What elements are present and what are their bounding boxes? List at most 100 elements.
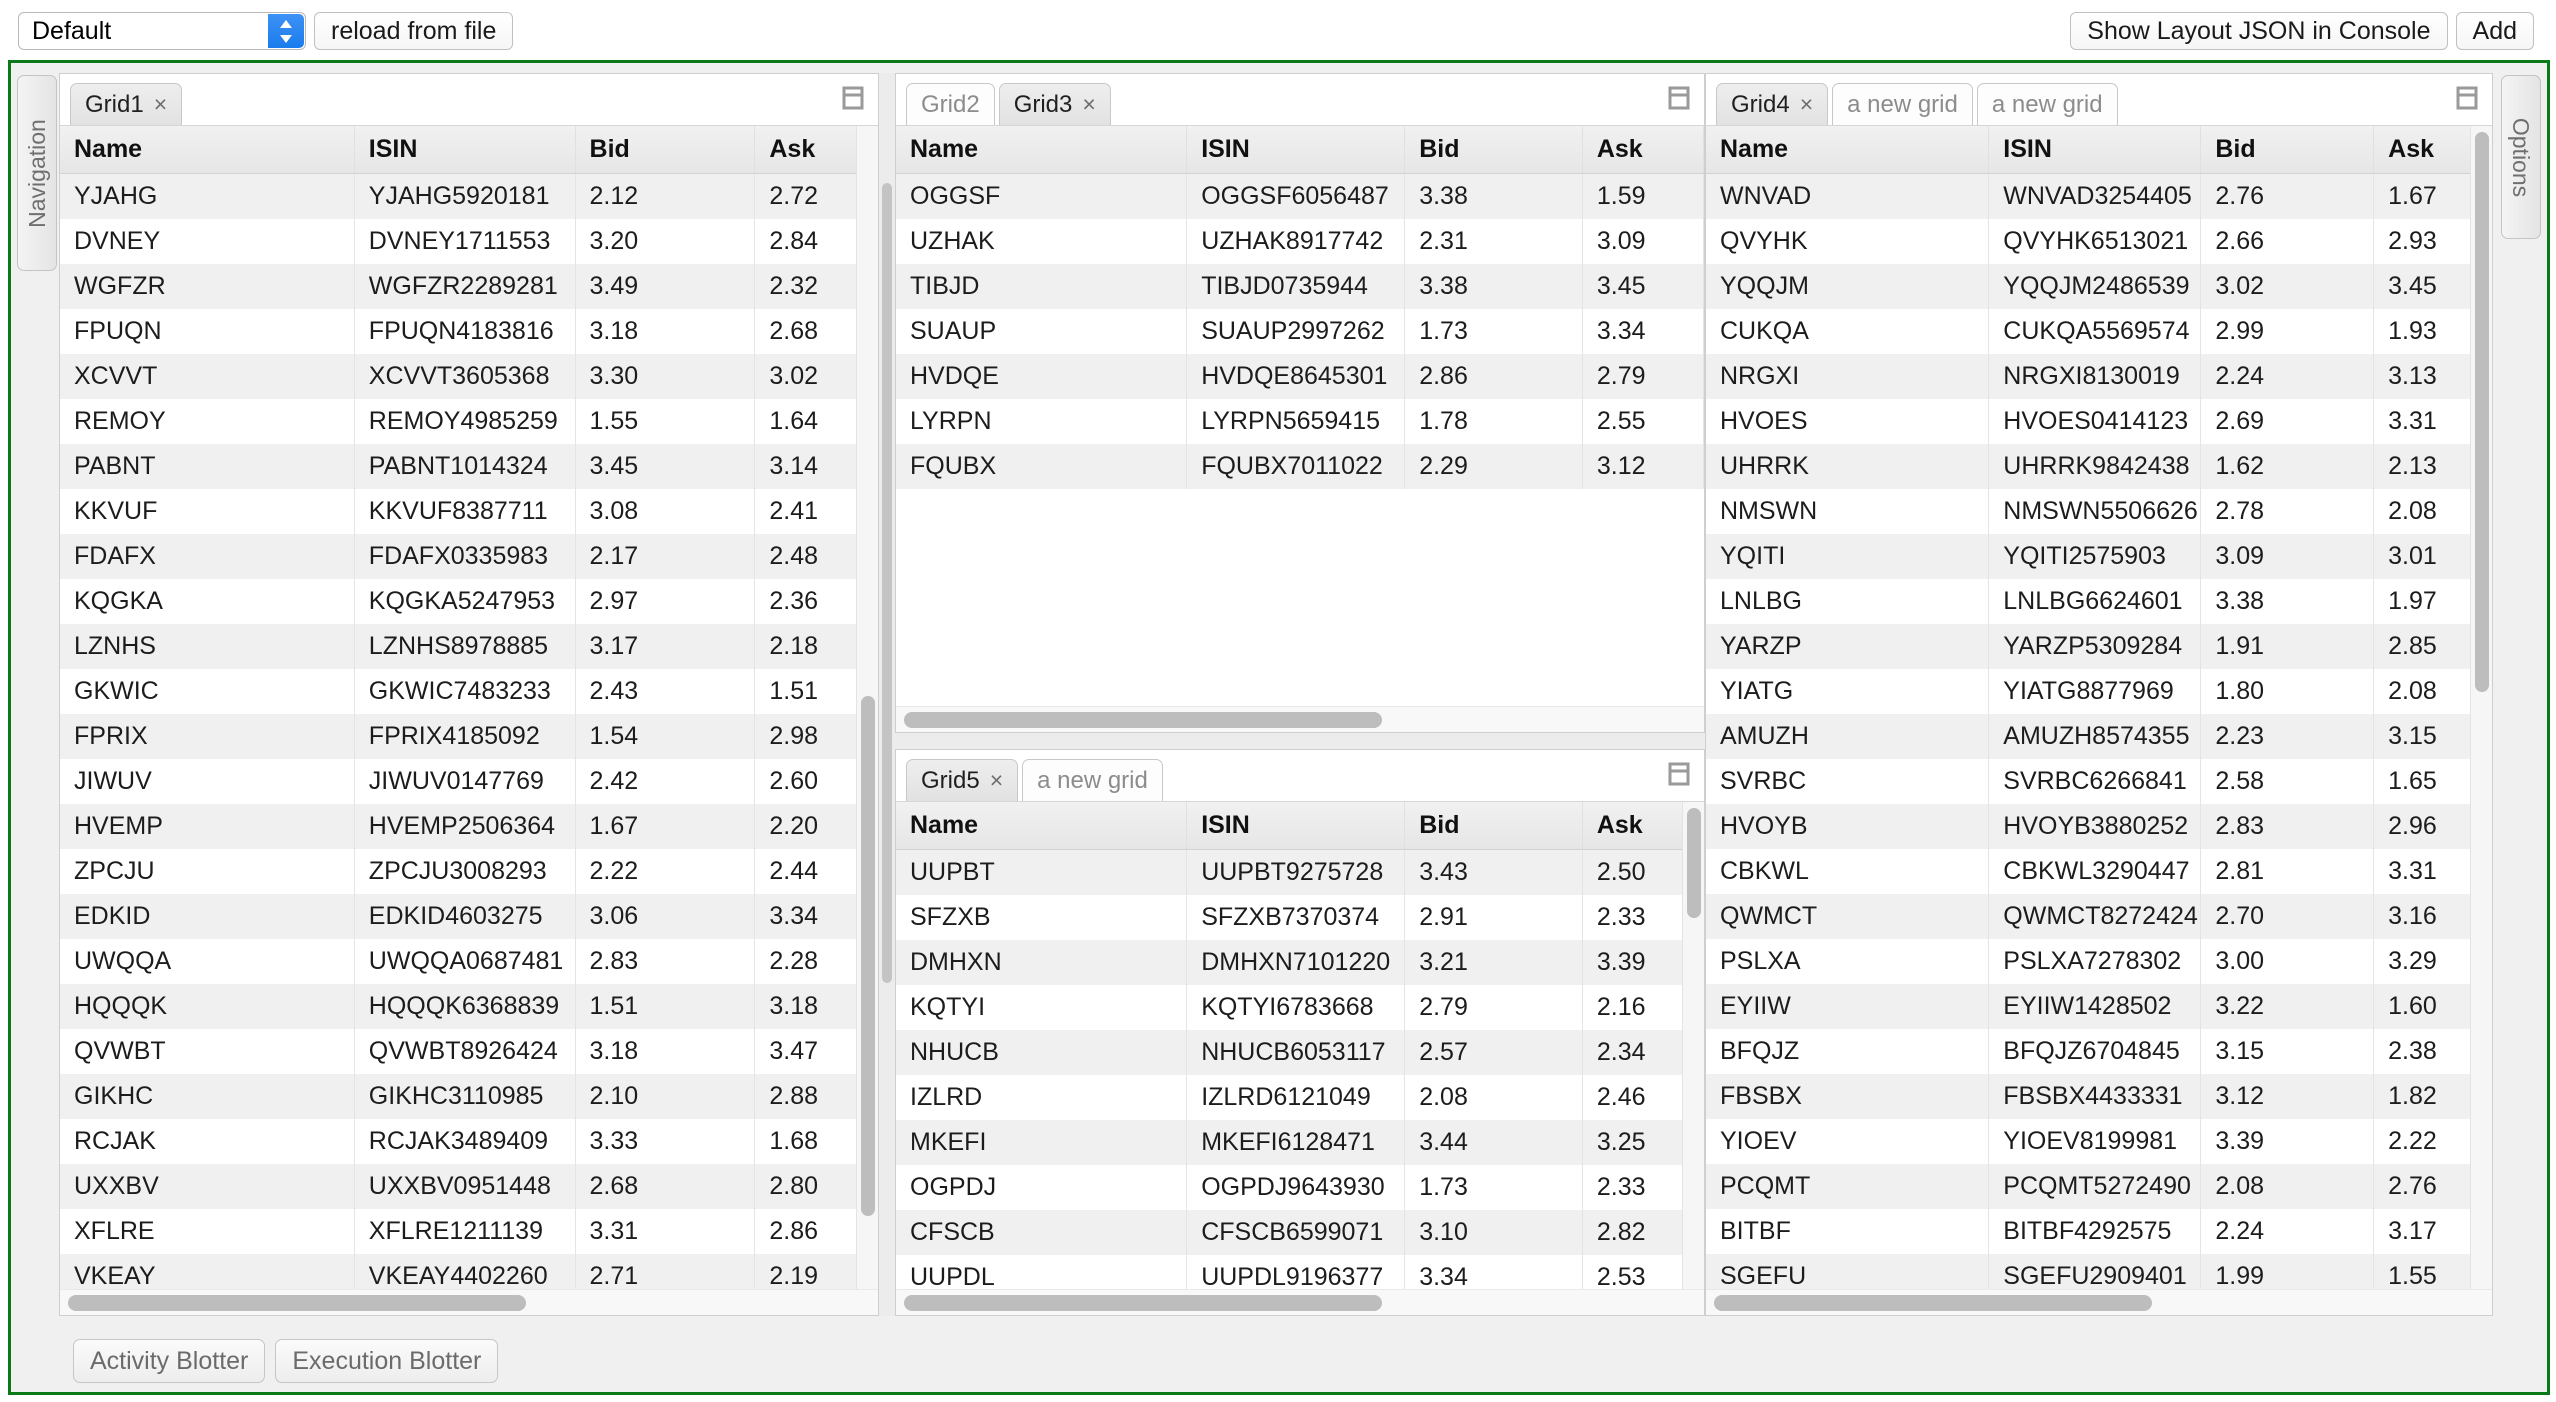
- table-row[interactable]: QWMCTQWMCT82724242.703.16: [1706, 894, 2492, 939]
- splitter-thumb[interactable]: [882, 183, 892, 983]
- table-row[interactable]: KQGKAKQGKA52479532.972.36: [60, 579, 878, 624]
- column-header-name[interactable]: Name: [60, 126, 354, 174]
- table-row[interactable]: YIATGYIATG88779691.802.08: [1706, 669, 2492, 714]
- column-header-name[interactable]: Name: [1706, 126, 1989, 174]
- table-row[interactable]: DVNEYDVNEY17115533.202.84: [60, 219, 878, 264]
- splitter-left-middle[interactable]: [879, 73, 895, 1316]
- tab-grid3[interactable]: Grid3×: [999, 83, 1111, 125]
- execution-blotter-button[interactable]: Execution Blotter: [275, 1339, 498, 1383]
- hscrollbar-left[interactable]: [60, 1289, 878, 1315]
- table-row[interactable]: CFSCBCFSCB65990713.102.82: [896, 1210, 1704, 1255]
- vscroll-thumb[interactable]: [861, 696, 875, 1216]
- table-row[interactable]: CUKQACUKQA55695742.991.93: [1706, 309, 2492, 354]
- table-row[interactable]: YJAHGYJAHG59201812.122.72: [60, 174, 878, 219]
- table-row[interactable]: YQQJMYQQJM24865393.023.45: [1706, 264, 2492, 309]
- table-row[interactable]: DMHXNDMHXN71012203.213.39: [896, 940, 1704, 985]
- table-row[interactable]: FBSBXFBSBX44333313.121.82: [1706, 1074, 2492, 1119]
- table-row[interactable]: EDKIDEDKID46032753.063.34: [60, 894, 878, 939]
- hscroll-thumb[interactable]: [68, 1295, 526, 1311]
- maximize-panel-icon[interactable]: [1668, 761, 1690, 787]
- column-header-isin[interactable]: ISIN: [1187, 126, 1405, 174]
- hscrollbar-right[interactable]: [1706, 1289, 2492, 1315]
- table-row[interactable]: UUPBTUUPBT92757283.432.50: [896, 850, 1704, 895]
- column-header-name[interactable]: Name: [896, 802, 1187, 850]
- close-tab-icon[interactable]: ×: [154, 93, 167, 116]
- table-row[interactable]: RCJAKRCJAK34894093.331.68: [60, 1119, 878, 1164]
- column-header-bid[interactable]: Bid: [2201, 126, 2374, 174]
- table-row[interactable]: HVOYBHVOYB38802522.832.96: [1706, 804, 2492, 849]
- table-row[interactable]: HQQQKHQQQK63688391.513.18: [60, 984, 878, 1029]
- show-layout-json-button[interactable]: Show Layout JSON in Console: [2070, 12, 2447, 50]
- chevron-updown-icon[interactable]: [268, 14, 304, 48]
- table-row[interactable]: BFQJZBFQJZ67048453.152.38: [1706, 1029, 2492, 1074]
- table-row[interactable]: OGPDJOGPDJ96439301.732.33: [896, 1165, 1704, 1210]
- table-row[interactable]: TIBJDTIBJD07359443.383.45: [896, 264, 1704, 309]
- table-row[interactable]: SFZXBSFZXB73703742.912.33: [896, 895, 1704, 940]
- reload-from-file-button[interactable]: reload from file: [314, 12, 513, 50]
- close-tab-icon[interactable]: ×: [990, 769, 1003, 792]
- tab-grid5[interactable]: Grid5×: [906, 759, 1018, 801]
- table-row[interactable]: AMUZHAMUZH85743552.233.15: [1706, 714, 2492, 759]
- column-header-bid[interactable]: Bid: [1405, 126, 1583, 174]
- add-button[interactable]: Add: [2456, 12, 2534, 50]
- maximize-panel-icon[interactable]: [842, 85, 864, 111]
- hscroll-thumb[interactable]: [904, 1295, 1382, 1311]
- table-row[interactable]: OGGSFOGGSF60564873.381.59: [896, 174, 1704, 219]
- table-row[interactable]: SUAUPSUAUP29972621.733.34: [896, 309, 1704, 354]
- table-row[interactable]: UZHAKUZHAK89177422.313.09: [896, 219, 1704, 264]
- table-row[interactable]: NHUCBNHUCB60531172.572.34: [896, 1030, 1704, 1075]
- table-row[interactable]: FPUQNFPUQN41838163.182.68: [60, 309, 878, 354]
- table-row[interactable]: FQUBXFQUBX70110222.293.12: [896, 444, 1704, 489]
- column-header-ask[interactable]: Ask: [1582, 126, 1703, 174]
- activity-blotter-button[interactable]: Activity Blotter: [73, 1339, 265, 1383]
- table-row[interactable]: GKWICGKWIC74832332.431.51: [60, 669, 878, 714]
- table-row[interactable]: XFLREXFLRE12111393.312.86: [60, 1209, 878, 1254]
- table-row[interactable]: GIKHCGIKHC31109852.102.88: [60, 1074, 878, 1119]
- close-tab-icon[interactable]: ×: [1800, 93, 1813, 116]
- column-header-bid[interactable]: Bid: [575, 126, 755, 174]
- table-row[interactable]: FPRIXFPRIX41850921.542.98: [60, 714, 878, 759]
- table-row[interactable]: QVWBTQVWBT89264243.183.47: [60, 1029, 878, 1074]
- column-header-name[interactable]: Name: [896, 126, 1187, 174]
- hscrollbar-middle-top[interactable]: [896, 706, 1704, 732]
- vscrollbar-middle-bottom[interactable]: [1682, 802, 1704, 1291]
- table-row[interactable]: WNVADWNVAD32544052.761.67: [1706, 174, 2492, 219]
- column-header-bid[interactable]: Bid: [1405, 802, 1583, 850]
- hscrollbar-middle-bottom[interactable]: [896, 1289, 1704, 1315]
- table-row[interactable]: YARZPYARZP53092841.912.85: [1706, 624, 2492, 669]
- table-row[interactable]: KKVUFKKVUF83877113.082.41: [60, 489, 878, 534]
- splitter-middle-horizontal[interactable]: [895, 733, 1705, 749]
- column-header-isin[interactable]: ISIN: [1187, 802, 1405, 850]
- tab-a-new-grid[interactable]: a new grid: [1832, 83, 1973, 125]
- maximize-panel-icon[interactable]: [1668, 85, 1690, 111]
- tab-a-new-grid[interactable]: a new grid: [1977, 83, 2118, 125]
- column-header-isin[interactable]: ISIN: [1989, 126, 2201, 174]
- tab-grid1[interactable]: Grid1×: [70, 83, 182, 125]
- maximize-panel-icon[interactable]: [2456, 85, 2478, 111]
- table-row[interactable]: REMOYREMOY49852591.551.64: [60, 399, 878, 444]
- table-row[interactable]: MKEFIMKEFI61284713.443.25: [896, 1120, 1704, 1165]
- table-row[interactable]: XCVVTXCVVT36053683.303.02: [60, 354, 878, 399]
- sidebar-tab-options[interactable]: Options: [2501, 75, 2541, 239]
- table-row[interactable]: NMSWNNMSWN55066262.782.08: [1706, 489, 2492, 534]
- table-row[interactable]: HVEMPHVEMP25063641.672.20: [60, 804, 878, 849]
- table-row[interactable]: EYIIWEYIIW14285023.221.60: [1706, 984, 2492, 1029]
- table-row[interactable]: NRGXINRGXI81300192.243.13: [1706, 354, 2492, 399]
- table-row[interactable]: BITBFBITBF42925752.243.17: [1706, 1209, 2492, 1254]
- table-row[interactable]: PCQMTPCQMT52724902.082.76: [1706, 1164, 2492, 1209]
- table-row[interactable]: LNLBGLNLBG66246013.381.97: [1706, 579, 2492, 624]
- table-row[interactable]: UHRRKUHRRK98424381.622.13: [1706, 444, 2492, 489]
- table-row[interactable]: WGFZRWGFZR22892813.492.32: [60, 264, 878, 309]
- tab-a-new-grid[interactable]: a new grid: [1022, 759, 1163, 801]
- vscrollbar-right[interactable]: [2470, 126, 2492, 1291]
- table-row[interactable]: PABNTPABNT10143243.453.14: [60, 444, 878, 489]
- sidebar-tab-navigation[interactable]: Navigation: [17, 75, 57, 271]
- close-tab-icon[interactable]: ×: [1082, 93, 1095, 116]
- table-row[interactable]: VKEAYVKEAY44022602.712.19: [60, 1254, 878, 1292]
- table-row[interactable]: ZPCJUZPCJU30082932.222.44: [60, 849, 878, 894]
- table-row[interactable]: FDAFXFDAFX03359832.172.48: [60, 534, 878, 579]
- vscroll-thumb[interactable]: [2475, 132, 2489, 692]
- table-row[interactable]: SGEFUSGEFU29094011.991.55: [1706, 1254, 2492, 1292]
- table-row[interactable]: HVDQEHVDQE86453012.862.79: [896, 354, 1704, 399]
- table-row[interactable]: YIOEVYIOEV81999813.392.22: [1706, 1119, 2492, 1164]
